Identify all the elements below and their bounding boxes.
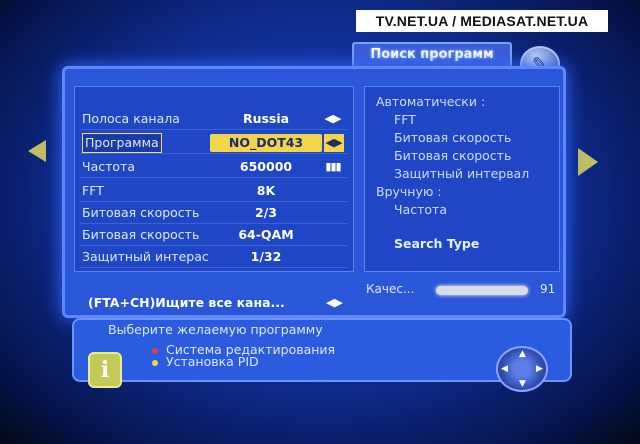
manual-item-frequency: Частота	[394, 202, 447, 217]
row-fft: FFT 8K	[80, 180, 348, 202]
row-value: 2/3	[255, 205, 277, 220]
info-icon: i	[88, 352, 122, 388]
row-label: Программа	[82, 133, 162, 153]
row-guard-interval: Защитный интерас 1/32	[80, 246, 348, 268]
row-program[interactable]: Программа NO_DOT43 ◀▶	[80, 132, 348, 154]
row-label: Частота	[82, 159, 135, 174]
auto-item-bitrate-1: Битовая скорость	[394, 130, 512, 145]
yellow-bullet-icon	[152, 360, 158, 366]
row-bitrate-1: Битовая скорость 2/3	[80, 202, 348, 224]
quality-value: 91	[540, 282, 556, 296]
help-line-pid: Установка PID	[166, 354, 259, 369]
quality-label: Качес...	[366, 282, 415, 296]
row-frequency[interactable]: Частота 650000 ▮▮▮	[80, 156, 348, 178]
row-label: FFT	[82, 183, 104, 198]
row-channel-band[interactable]: Полоса канала Russia ◀▶	[80, 108, 348, 130]
help-line-select: Выберите желаемую программу	[108, 322, 323, 337]
left-right-arrows-icon[interactable]: ◀▶	[322, 108, 344, 130]
left-arrow-icon	[28, 140, 46, 162]
row-bitrate-2: Битовая скорость 64-QAM	[80, 224, 348, 246]
search-type-label: Search Type	[394, 236, 480, 251]
row-value: NO_DOT43	[210, 134, 322, 152]
row-value: 8K	[256, 183, 276, 198]
scan-all-label: (FTA+CH)Ищите все кана...	[88, 295, 285, 310]
signal-icon: ▮▮▮	[325, 160, 341, 173]
left-right-arrows-icon[interactable]: ◀▶	[324, 134, 344, 152]
row-label: Защитный интерас	[82, 249, 209, 264]
row-value: Russia	[242, 111, 290, 126]
auto-item-bitrate-2: Битовая скорость	[394, 148, 512, 163]
auto-heading: Автоматически :	[376, 94, 486, 109]
dpad-icon: ▲ ▼ ◀ ▶	[496, 346, 548, 392]
watermark-text: TV.NET.UA / MEDIASAT.NET.UA	[356, 10, 608, 32]
auto-item-fft: FFT	[394, 112, 416, 127]
auto-item-guard: Защитный интервал	[394, 166, 530, 181]
row-label: Битовая скорость	[82, 205, 200, 220]
red-bullet-icon	[152, 348, 158, 354]
scan-all-button[interactable]: (FTA+CH)Ищите все кана... ◀▶	[80, 292, 348, 314]
row-label: Битовая скорость	[82, 227, 200, 242]
screen-title: Поиск программ	[352, 42, 512, 68]
left-right-arrows-icon[interactable]: ◀▶	[326, 292, 343, 314]
row-value: 650000	[239, 159, 293, 174]
row-label: Полоса канала	[82, 111, 180, 126]
right-arrow-icon	[578, 148, 598, 176]
row-value: 1/32	[250, 249, 282, 264]
manual-heading: Вручную :	[376, 184, 442, 199]
quality-bar	[436, 286, 528, 295]
row-value: 64-QAM	[238, 227, 294, 242]
